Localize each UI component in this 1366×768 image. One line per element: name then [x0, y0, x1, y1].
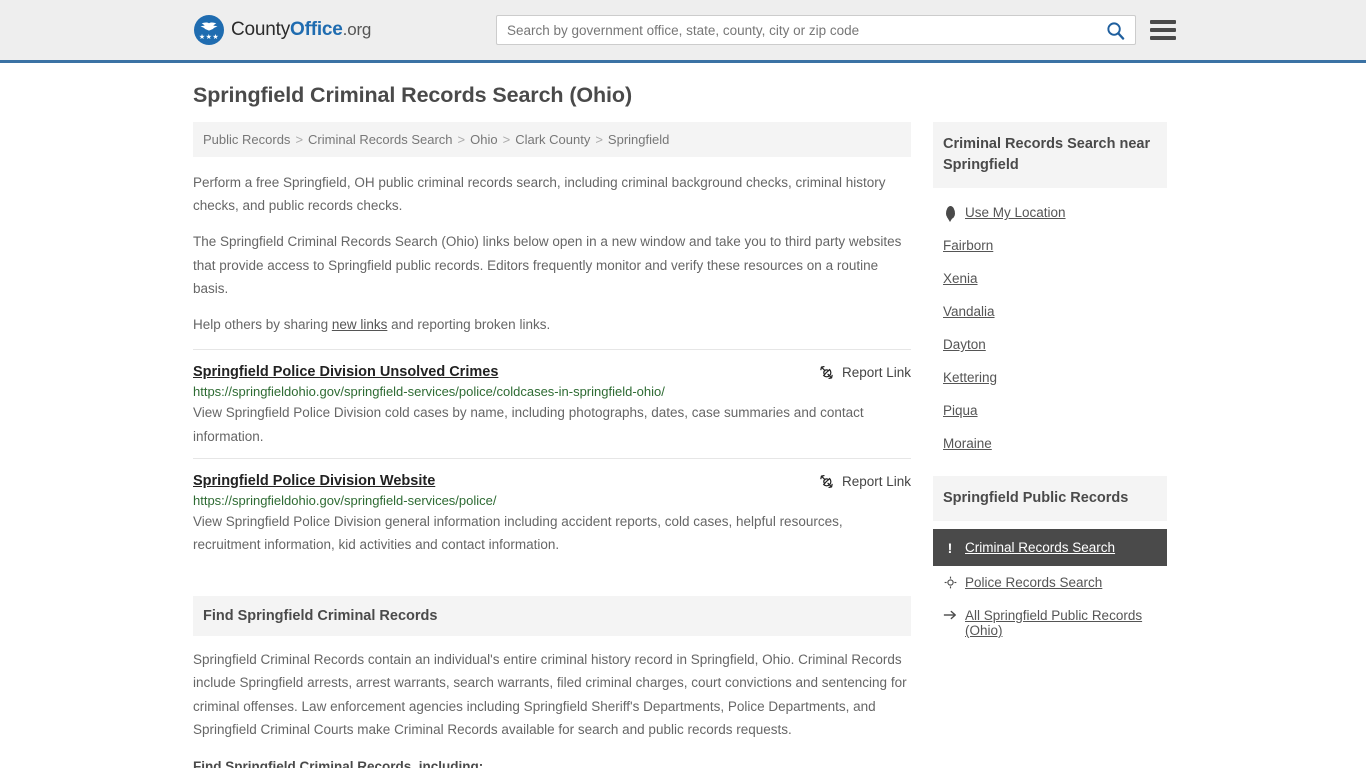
nearby-city-link-piqua[interactable]: Piqua — [943, 403, 978, 418]
breadcrumb-separator: > — [502, 132, 511, 147]
nearby-city-link-dayton[interactable]: Dayton — [943, 337, 986, 352]
result-header: Springfield Police Division Website Repor… — [193, 473, 911, 489]
sidebar: Criminal Records Search near Springfield… — [933, 122, 1167, 663]
search-icon — [1106, 21, 1124, 40]
intro-paragraph-2: The Springfield Criminal Records Search … — [193, 234, 902, 296]
brand-part-tld: .org — [342, 20, 372, 39]
result-item: Springfield Police Division Website Repor… — [193, 457, 911, 566]
use-my-location-link[interactable]: Use My Location — [965, 205, 1066, 220]
broken-link-icon — [820, 474, 833, 488]
public-records-panel-heading: Springfield Public Records — [933, 476, 1167, 522]
breadcrumb-item-clark-county[interactable]: Clark County — [515, 132, 590, 147]
nearby-city-link-xenia[interactable]: Xenia — [943, 271, 978, 286]
three-stars-icon: ★★★ — [198, 34, 220, 41]
public-records-item[interactable]: Police Records Search — [933, 566, 1167, 599]
brand-part-office: Office — [290, 19, 343, 40]
page-body: Springfield Criminal Records Search (Ohi… — [0, 63, 1366, 768]
nearby-city-item[interactable]: Fairborn — [933, 229, 1167, 262]
site-header: ★★★ CountyOffice.org — [0, 0, 1366, 63]
breadcrumb: Public Records > Criminal Records Search > O… — [193, 122, 911, 157]
site-logo[interactable]: ★★★ CountyOffice.org — [194, 15, 371, 45]
result-title-link[interactable]: Springfield Police Division Website — [193, 473, 435, 489]
nearby-panel: Criminal Records Search near Springfield… — [933, 122, 1167, 460]
nearby-city-item[interactable]: Vandalia — [933, 295, 1167, 328]
public-records-link-all-springfield-public-records-ohio-[interactable]: All Springfield Public Records (Ohio) — [965, 608, 1157, 638]
result-url: https://springfieldohio.gov/springfield-… — [193, 384, 665, 400]
nearby-city-item[interactable]: Dayton — [933, 328, 1167, 361]
breadcrumb-item-springfield: Springfield — [607, 132, 670, 147]
search-bar[interactable] — [496, 15, 1136, 45]
brand-part-county: County — [231, 19, 291, 40]
public-records-link-police-records-search[interactable]: Police Records Search — [965, 575, 1102, 590]
exclamation-icon: ! — [947, 540, 953, 557]
nearby-city-item[interactable]: Xenia — [933, 262, 1167, 295]
result-description: View Springfield Police Division cold ca… — [193, 405, 864, 444]
nearby-city-link-kettering[interactable]: Kettering — [943, 370, 997, 385]
report-link-label: Report Link — [841, 473, 911, 489]
broken-link-icon — [820, 366, 833, 380]
hamburger-bar — [1150, 28, 1176, 32]
report-link-label: Report Link — [841, 365, 911, 381]
use-my-location-item[interactable]: Use My Location — [933, 196, 1167, 229]
result-list: Springfield Police Division Unsolved Cri… — [193, 349, 911, 566]
section-body: Springfield Criminal Records contain an … — [193, 636, 911, 768]
report-link-button[interactable]: Report Link — [819, 364, 911, 380]
menu-button[interactable] — [1150, 20, 1176, 40]
nearby-panel-heading: Criminal Records Search near Springfield — [933, 122, 1167, 189]
nearby-city-item[interactable]: Moraine — [933, 427, 1167, 460]
nearby-city-list: Fairborn Xenia Vandalia Dayton Kettering Piqu… — [933, 229, 1167, 460]
badge-icon — [943, 575, 957, 589]
help-suffix: and reporting broken links. — [387, 317, 551, 333]
breadcrumb-item-ohio[interactable]: Ohio — [470, 132, 497, 147]
report-link-button[interactable]: Report Link — [819, 473, 911, 489]
page-title: Springfield Criminal Records Search (Ohi… — [193, 83, 633, 107]
brand-wordmark: CountyOffice.org — [231, 19, 371, 41]
breadcrumb-item-public-records[interactable]: Public Records — [203, 132, 290, 147]
breadcrumb-separator: > — [457, 132, 466, 147]
public-records-link-criminal-records-search[interactable]: Criminal Records Search — [965, 540, 1115, 555]
public-records-panel: Springfield Public Records ! Criminal Rec… — [933, 476, 1167, 647]
section-heading: Find Springfield Criminal Records — [193, 596, 911, 637]
public-records-item[interactable]: All Springfield Public Records (Ohio) — [933, 599, 1167, 647]
map-pin-icon — [943, 205, 957, 220]
main-column: Public Records > Criminal Records Search > O… — [193, 122, 911, 768]
hamburger-bar — [1150, 20, 1176, 24]
result-item: Springfield Police Division Unsolved Cri… — [193, 349, 911, 457]
help-prefix: Help others by sharing — [193, 317, 332, 333]
arrow-right-icon — [943, 608, 957, 621]
nearby-city-item[interactable]: Kettering — [933, 361, 1167, 394]
eagle-icon — [200, 22, 218, 31]
nearby-city-link-moraine[interactable]: Moraine — [943, 436, 992, 451]
hamburger-bar — [1150, 36, 1176, 40]
nearby-city-link-vandalia[interactable]: Vandalia — [943, 304, 995, 319]
search-button[interactable] — [1095, 16, 1135, 44]
public-records-list: ! Criminal Records Search Police Records S… — [933, 521, 1167, 647]
result-header: Springfield Police Division Unsolved Cri… — [193, 364, 911, 380]
breadcrumb-separator: > — [295, 132, 304, 147]
help-paragraph: Help others by sharing new links and rep… — [193, 313, 911, 336]
nearby-city-link-fairborn[interactable]: Fairborn — [943, 238, 993, 253]
breadcrumb-item-criminal-records-search[interactable]: Criminal Records Search — [308, 132, 453, 147]
nearby-list: Use My Location Fairborn Xenia Vandalia Day… — [933, 188, 1167, 460]
find-records-section: Find Springfield Criminal Records Spring… — [193, 596, 911, 768]
county-office-seal-icon: ★★★ — [194, 15, 224, 45]
search-input[interactable] — [497, 16, 1095, 44]
nearby-city-item[interactable]: Piqua — [933, 394, 1167, 427]
new-links-link[interactable]: new links — [332, 317, 388, 332]
public-records-item[interactable]: ! Criminal Records Search — [933, 529, 1167, 567]
result-title-link[interactable]: Springfield Police Division Unsolved Cri… — [193, 364, 498, 380]
breadcrumb-separator: > — [595, 132, 603, 147]
section-paragraph: Springfield Criminal Records contain an … — [193, 652, 907, 737]
intro-paragraph-1: Perform a free Springfield, OH public cr… — [193, 175, 886, 214]
result-description: View Springfield Police Division general… — [193, 513, 843, 552]
result-url: https://springfieldohio.gov/springfield-… — [193, 492, 497, 508]
section-subheading: Find Springfield Criminal Records, inclu… — [193, 759, 484, 768]
